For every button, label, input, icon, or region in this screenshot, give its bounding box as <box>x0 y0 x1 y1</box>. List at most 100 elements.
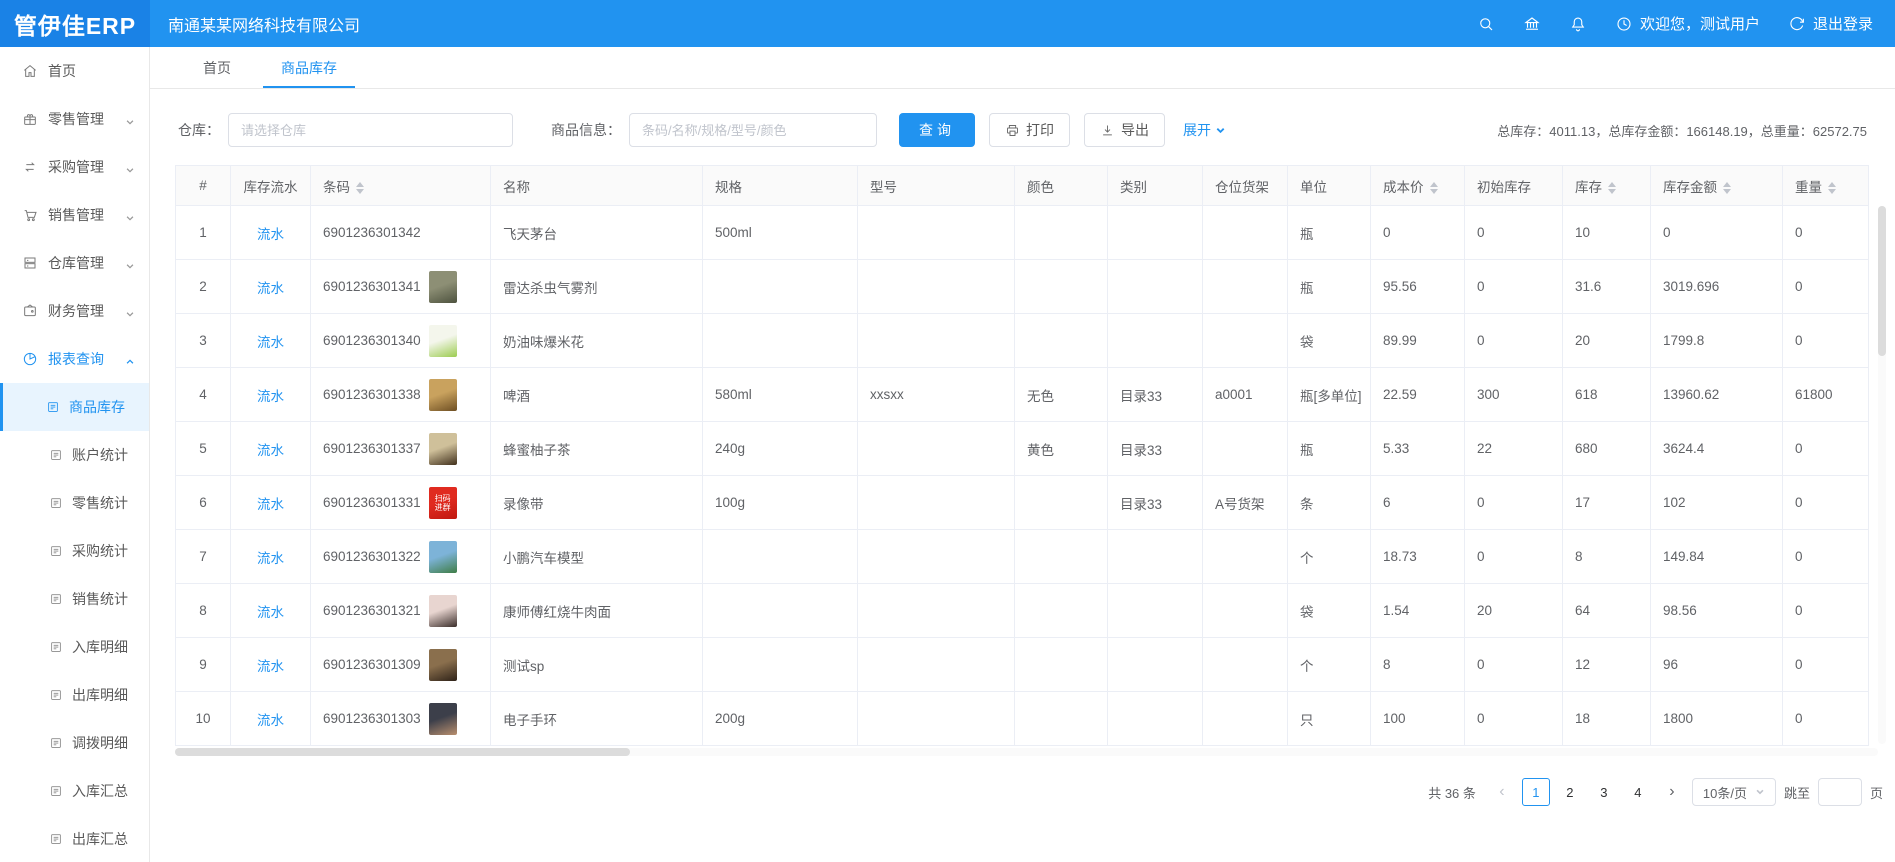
sort-icon[interactable] <box>1430 182 1438 194</box>
welcome-user[interactable]: 欢迎您，测试用户 <box>1615 13 1760 34</box>
column-header-weight[interactable]: 重量 <box>1783 166 1869 206</box>
column-header-barcode[interactable]: 条码 <box>311 166 491 206</box>
sidebar-subitem-销售统计[interactable]: 销售统计 <box>0 575 149 623</box>
flow-link[interactable]: 流水 <box>257 389 284 404</box>
product-thumbnail[interactable] <box>429 325 457 357</box>
logo-text: 管伊佳ERP <box>14 7 136 41</box>
column-header-stock[interactable]: 库存 <box>1563 166 1651 206</box>
page-button-1[interactable]: 1 <box>1522 778 1550 806</box>
prev-page-button[interactable]: ‹ <box>1490 778 1514 806</box>
sidebar-subitem-入库汇总[interactable]: 入库汇总 <box>0 767 149 815</box>
sidebar-item-销售管理[interactable]: 销售管理 <box>0 191 149 239</box>
sort-icon[interactable] <box>1608 182 1616 194</box>
column-header-color: 颜色 <box>1015 166 1108 206</box>
sidebar-subitem-采购统计[interactable]: 采购统计 <box>0 527 149 575</box>
cell-stock: 12 <box>1563 638 1651 692</box>
logout-button[interactable]: 退出登录 <box>1788 13 1873 34</box>
cell-model <box>858 692 1015 746</box>
bank-icon[interactable] <box>1523 15 1541 33</box>
doc-icon <box>49 640 63 654</box>
sidebar-item-零售管理[interactable]: 零售管理 <box>0 95 149 143</box>
product-thumbnail[interactable] <box>429 379 457 411</box>
table-row: 2流水6901236301341雷达杀虫气雾剂瓶95.56031.63019.6… <box>176 260 1869 314</box>
product-thumbnail[interactable] <box>429 649 457 681</box>
cell-model <box>858 206 1015 260</box>
logout-text: 退出登录 <box>1813 13 1873 34</box>
flow-link[interactable]: 流水 <box>257 281 284 296</box>
tab-商品库存[interactable]: 商品库存 <box>263 47 355 88</box>
expand-filters-link[interactable]: 展开 <box>1183 120 1226 140</box>
cell-unit: 袋 <box>1288 584 1371 638</box>
sidebar-subitem-出库明细[interactable]: 出库明细 <box>0 671 149 719</box>
sidebar-subitem-入库明细[interactable]: 入库明细 <box>0 623 149 671</box>
bell-icon[interactable] <box>1569 15 1587 33</box>
print-button[interactable]: 打印 <box>989 113 1070 147</box>
page-button-4[interactable]: 4 <box>1624 778 1652 806</box>
product-thumbnail[interactable] <box>429 271 457 303</box>
search-icon[interactable] <box>1477 15 1495 33</box>
page-button-3[interactable]: 3 <box>1590 778 1618 806</box>
flow-link[interactable]: 流水 <box>257 335 284 350</box>
export-button[interactable]: 导出 <box>1084 113 1165 147</box>
sidebar-item-财务管理[interactable]: 财务管理 <box>0 287 149 335</box>
cell-cost: 6 <box>1371 476 1465 530</box>
sidebar-subitem-零售统计[interactable]: 零售统计 <box>0 479 149 527</box>
cell-model <box>858 638 1015 692</box>
next-page-button[interactable]: › <box>1660 778 1684 806</box>
warehouse-label: 仓库： <box>178 120 220 140</box>
page-button-2[interactable]: 2 <box>1556 778 1584 806</box>
horizontal-scrollbar[interactable] <box>175 748 1878 756</box>
search-button[interactable]: 查询 <box>899 113 975 147</box>
product-info-input[interactable] <box>629 113 877 147</box>
table-row: 7流水6901236301322小鹏汽车模型个18.7308149.840 <box>176 530 1869 584</box>
sort-icon[interactable] <box>356 182 364 194</box>
sidebar-item-采购管理[interactable]: 采购管理 <box>0 143 149 191</box>
sidebar-subitem-调拨明细[interactable]: 调拨明细 <box>0 719 149 767</box>
sort-icon[interactable] <box>1828 182 1836 194</box>
sidebar-item-首页[interactable]: 首页 <box>0 47 149 95</box>
sidebar-item-仓库管理[interactable]: 仓库管理 <box>0 239 149 287</box>
product-thumbnail[interactable] <box>429 433 457 465</box>
cell-init_stock: 300 <box>1465 368 1563 422</box>
sort-icon[interactable] <box>1723 182 1731 194</box>
cell-shelf: a0001 <box>1203 368 1288 422</box>
flow-link[interactable]: 流水 <box>257 443 284 458</box>
sidebar-subitem-账户统计[interactable]: 账户统计 <box>0 431 149 479</box>
cell-stock_amount: 0 <box>1651 206 1783 260</box>
sidebar-subitem-商品库存[interactable]: 商品库存 <box>0 383 149 431</box>
flow-link[interactable]: 流水 <box>257 659 284 674</box>
column-header-cost[interactable]: 成本价 <box>1371 166 1465 206</box>
sidebar-item-报表查询[interactable]: 报表查询 <box>0 335 149 383</box>
vertical-scrollbar[interactable] <box>1878 206 1886 744</box>
product-thumbnail[interactable] <box>429 703 457 735</box>
jump-to-page-input[interactable] <box>1818 778 1862 806</box>
page-size-select[interactable]: 10条/页 <box>1692 778 1776 806</box>
column-header-stock_amount[interactable]: 库存金额 <box>1651 166 1783 206</box>
sidebar-subitem-label: 零售统计 <box>72 493 128 513</box>
cell-cost: 5.33 <box>1371 422 1465 476</box>
product-info-label: 商品信息： <box>551 120 621 140</box>
flow-link[interactable]: 流水 <box>257 605 284 620</box>
cell-index: 10 <box>176 692 231 746</box>
product-thumbnail[interactable] <box>429 595 457 627</box>
warehouse-select[interactable] <box>228 113 513 147</box>
cell-index: 3 <box>176 314 231 368</box>
flow-link[interactable]: 流水 <box>257 497 284 512</box>
product-thumbnail[interactable] <box>429 541 457 573</box>
cell-init_stock: 20 <box>1465 584 1563 638</box>
sidebar-item-label: 报表查询 <box>48 349 125 369</box>
chevron-down-icon <box>125 306 135 316</box>
flow-link[interactable]: 流水 <box>257 713 284 728</box>
jump-to-suffix: 页 <box>1870 783 1883 802</box>
cell-color <box>1015 692 1108 746</box>
product-thumbnail[interactable]: 扫码进群 <box>429 487 457 519</box>
flow-link[interactable]: 流水 <box>257 551 284 566</box>
barcode-value: 6901236301309 <box>323 657 421 672</box>
barcode-value: 6901236301322 <box>323 549 421 564</box>
tab-首页[interactable]: 首页 <box>185 47 249 88</box>
sidebar-subitem-出库汇总[interactable]: 出库汇总 <box>0 815 149 862</box>
sidebar-subitem-label: 采购统计 <box>72 541 128 561</box>
cell-stock_amount: 13960.62 <box>1651 368 1783 422</box>
table-row: 3流水6901236301340奶油味爆米花袋89.990201799.80 <box>176 314 1869 368</box>
flow-link[interactable]: 流水 <box>257 227 284 242</box>
